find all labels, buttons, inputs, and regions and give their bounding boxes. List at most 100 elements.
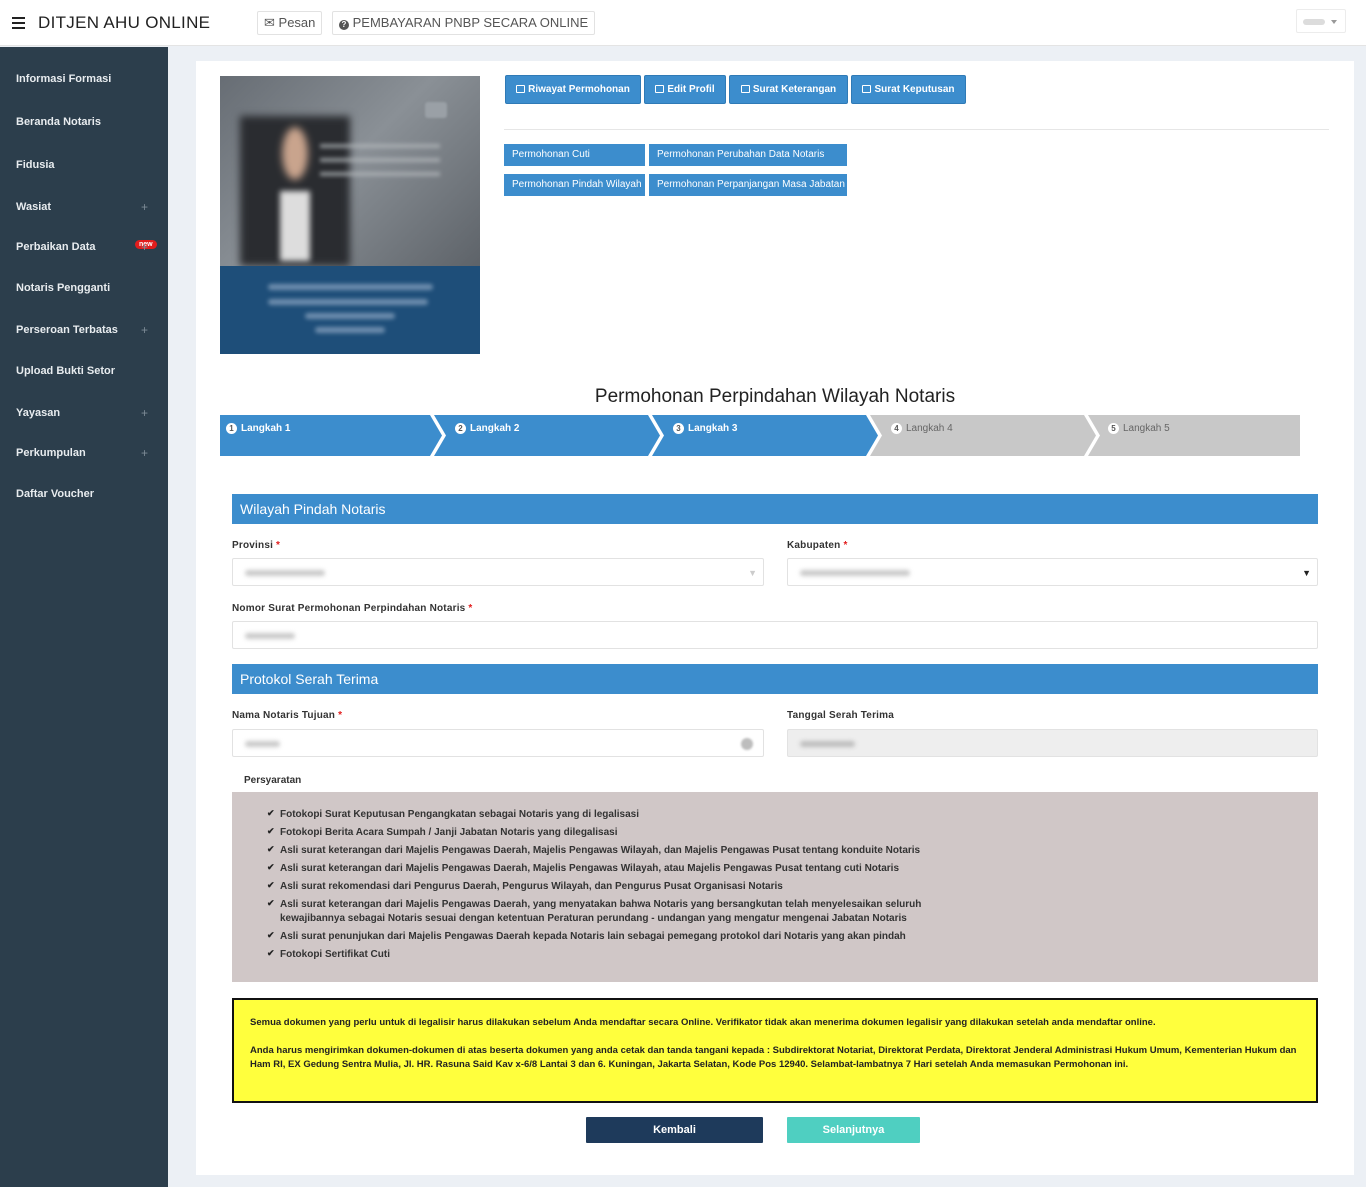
list-item: ✔ Fotokopi Sertifikat Cuti — [267, 948, 980, 962]
check-icon: ✔ — [267, 808, 275, 818]
selanjutnya-button[interactable]: Selanjutnya — [787, 1117, 920, 1143]
sidebar-item-daftar-voucher[interactable]: Daftar Voucher — [0, 474, 168, 514]
sidebar-item-upload-bukti-setor[interactable]: Upload Bukti Setor — [0, 351, 168, 391]
sidebar-item-label: Fidusia — [16, 159, 55, 171]
pesan-label: Pesan — [278, 15, 316, 30]
sidebar-item-informasi-formasi[interactable]: Informasi Formasi — [0, 59, 168, 99]
sidebar-item-fidusia[interactable]: Fidusia — [0, 145, 168, 185]
step-1[interactable]: 1 Langkah 1 — [226, 423, 290, 435]
sidebar-item-label: Daftar Voucher — [16, 488, 95, 500]
check-icon: ✔ — [267, 948, 275, 958]
kabupaten-value-redacted — [800, 570, 910, 576]
permohonan-pindah-wilayah-button[interactable]: Permohonan Pindah Wilayah — [504, 174, 645, 196]
required-mark: * — [338, 710, 343, 721]
requirement-text: Asli surat penunjukan dari Majelis Penga… — [280, 931, 906, 942]
step-2[interactable]: 2 Langkah 2 — [455, 423, 519, 435]
step-number: 3 — [673, 423, 684, 434]
sidebar-item-yayasan[interactable]: Yayasan + — [0, 393, 168, 433]
top-navbar: DITJEN AHU ONLINE ✉ Pesan ? PEMBAYARAN P… — [0, 0, 1366, 46]
step-number: 4 — [891, 423, 902, 434]
required-mark: * — [276, 540, 281, 551]
permohonan-cuti-button[interactable]: Permohonan Cuti — [504, 144, 645, 166]
label-text: Kabupaten — [787, 540, 841, 551]
button-label: Surat Keterangan — [752, 84, 837, 95]
provinsi-select[interactable]: ▼ — [232, 558, 764, 586]
permohonan-perubahan-data-button[interactable]: Permohonan Perubahan Data Notaris — [649, 144, 847, 166]
step-number: 1 — [226, 423, 237, 434]
button-label: Edit Profil — [667, 84, 715, 95]
expand-plus-icon: + — [140, 240, 148, 254]
step-3[interactable]: 3 Langkah 3 — [673, 423, 737, 435]
list-item: ✔ Fotokopi Surat Keputusan Pengangkatan s… — [267, 808, 980, 822]
kabupaten-select[interactable]: ▼ — [787, 558, 1318, 586]
notice-box: Semua dokumen yang perlu untuk di legali… — [232, 998, 1318, 1103]
check-icon: ✔ — [267, 862, 275, 872]
step-5[interactable]: 5 Langkah 5 — [1108, 423, 1170, 435]
camera-icon[interactable] — [425, 102, 447, 118]
hamburger-menu-icon[interactable] — [12, 17, 25, 29]
surat-keterangan-button[interactable]: Surat Keterangan — [729, 75, 848, 104]
user-dropdown[interactable] — [1296, 9, 1346, 33]
user-name-redacted — [1303, 19, 1325, 25]
sidebar-item-beranda-notaris[interactable]: Beranda Notaris — [0, 102, 168, 142]
nama-notaris-value-redacted — [245, 741, 280, 747]
button-label: Surat Keputusan — [874, 84, 955, 95]
nama-notaris-tujuan-input[interactable] — [232, 729, 764, 757]
edit-profil-button[interactable]: Edit Profil — [644, 75, 726, 104]
pesan-button[interactable]: ✉ Pesan — [257, 11, 323, 35]
sidebar-item-label: Perseroan Terbatas — [16, 324, 118, 336]
sidebar-item-label: Yayasan — [16, 407, 61, 419]
search-icon[interactable] — [741, 738, 753, 750]
notice-paragraph: Anda harus mengirimkan dokumen-dokumen d… — [250, 1045, 1297, 1070]
envelope-icon — [862, 85, 872, 93]
riwayat-permohonan-button[interactable]: Riwayat Permohonan — [505, 75, 641, 104]
question-circle-icon: ? — [339, 20, 349, 30]
sidebar-item-perbaikan-data[interactable]: Perbaikan Data new + — [0, 227, 168, 267]
check-icon: ✔ — [267, 898, 275, 908]
requirement-text: Asli surat rekomendasi dari Pengurus Dae… — [280, 881, 783, 892]
check-icon: ✔ — [267, 880, 275, 890]
sidebar-item-notaris-pengganti[interactable]: Notaris Pengganti — [0, 268, 168, 308]
nomor-surat-value-redacted — [245, 633, 295, 639]
label-text: Provinsi — [232, 540, 274, 551]
wizard-steps: 1 Langkah 1 2 Langkah 2 3 Langkah 3 4 Langka… — [220, 415, 1300, 456]
expand-plus-icon: + — [140, 406, 148, 420]
check-icon: ✔ — [267, 826, 275, 836]
step-4[interactable]: 4 Langkah 4 — [891, 423, 953, 435]
requirement-text: Asli surat keterangan dari Majelis Penga… — [280, 863, 900, 874]
chevron-down-icon: ▼ — [748, 568, 757, 578]
provinsi-label: Provinsi * — [232, 540, 280, 551]
app-brand: DITJEN AHU ONLINE — [38, 13, 211, 32]
step-label: Langkah 3 — [688, 423, 738, 434]
list-item: ✔ Asli surat keterangan dari Majelis Peng… — [267, 862, 980, 876]
sidebar-item-perseroan-terbatas[interactable]: Perseroan Terbatas + — [0, 310, 168, 350]
provinsi-value-redacted — [245, 570, 325, 576]
requirement-text: Asli surat keterangan dari Majelis Penga… — [280, 845, 921, 856]
step-4-shape — [870, 415, 1096, 456]
tanggal-serah-terima-input[interactable] — [787, 729, 1318, 757]
requirement-text: Asli surat keterangan dari Majelis Penga… — [280, 899, 922, 924]
divider — [504, 129, 1329, 130]
envelope-icon — [740, 85, 750, 93]
step-number: 2 — [455, 423, 466, 434]
kembali-button[interactable]: Kembali — [586, 1117, 763, 1143]
pembayaran-pnbp-button[interactable]: ? PEMBAYARAN PNBP SECARA ONLINE — [332, 11, 596, 35]
sidebar-item-perkumpulan[interactable]: Perkumpulan + — [0, 433, 168, 473]
requirement-text: Fotokopi Surat Keputusan Pengangkatan se… — [280, 809, 639, 820]
sidebar: Informasi Formasi Beranda Notaris Fidusi… — [0, 47, 168, 1187]
sidebar-item-label: Wasiat — [16, 201, 52, 213]
sidebar-item-wasiat[interactable]: Wasiat + — [0, 187, 168, 227]
nomor-surat-input[interactable] — [232, 621, 1318, 649]
tanggal-value-redacted — [800, 741, 855, 747]
wizard-steps-graphic — [220, 415, 1300, 456]
check-icon: ✔ — [267, 930, 275, 940]
persyaratan-list: ✔ Fotokopi Surat Keputusan Pengangkatan s… — [232, 792, 1318, 982]
wilayah-pindah-header: Wilayah Pindah Notaris — [232, 494, 1318, 524]
surat-keputusan-button[interactable]: Surat Keputusan — [851, 75, 966, 104]
list-item: ✔ Asli surat penunjukan dari Majelis Peng… — [267, 930, 980, 944]
permohonan-perpanjangan-button[interactable]: Permohonan Perpanjangan Masa Jabatan — [649, 174, 847, 196]
required-mark: * — [843, 540, 848, 551]
list-item: ✔ Asli surat keterangan dari Majelis Peng… — [267, 844, 980, 858]
step-label: Langkah 4 — [906, 423, 953, 434]
check-icon: ✔ — [267, 844, 275, 854]
